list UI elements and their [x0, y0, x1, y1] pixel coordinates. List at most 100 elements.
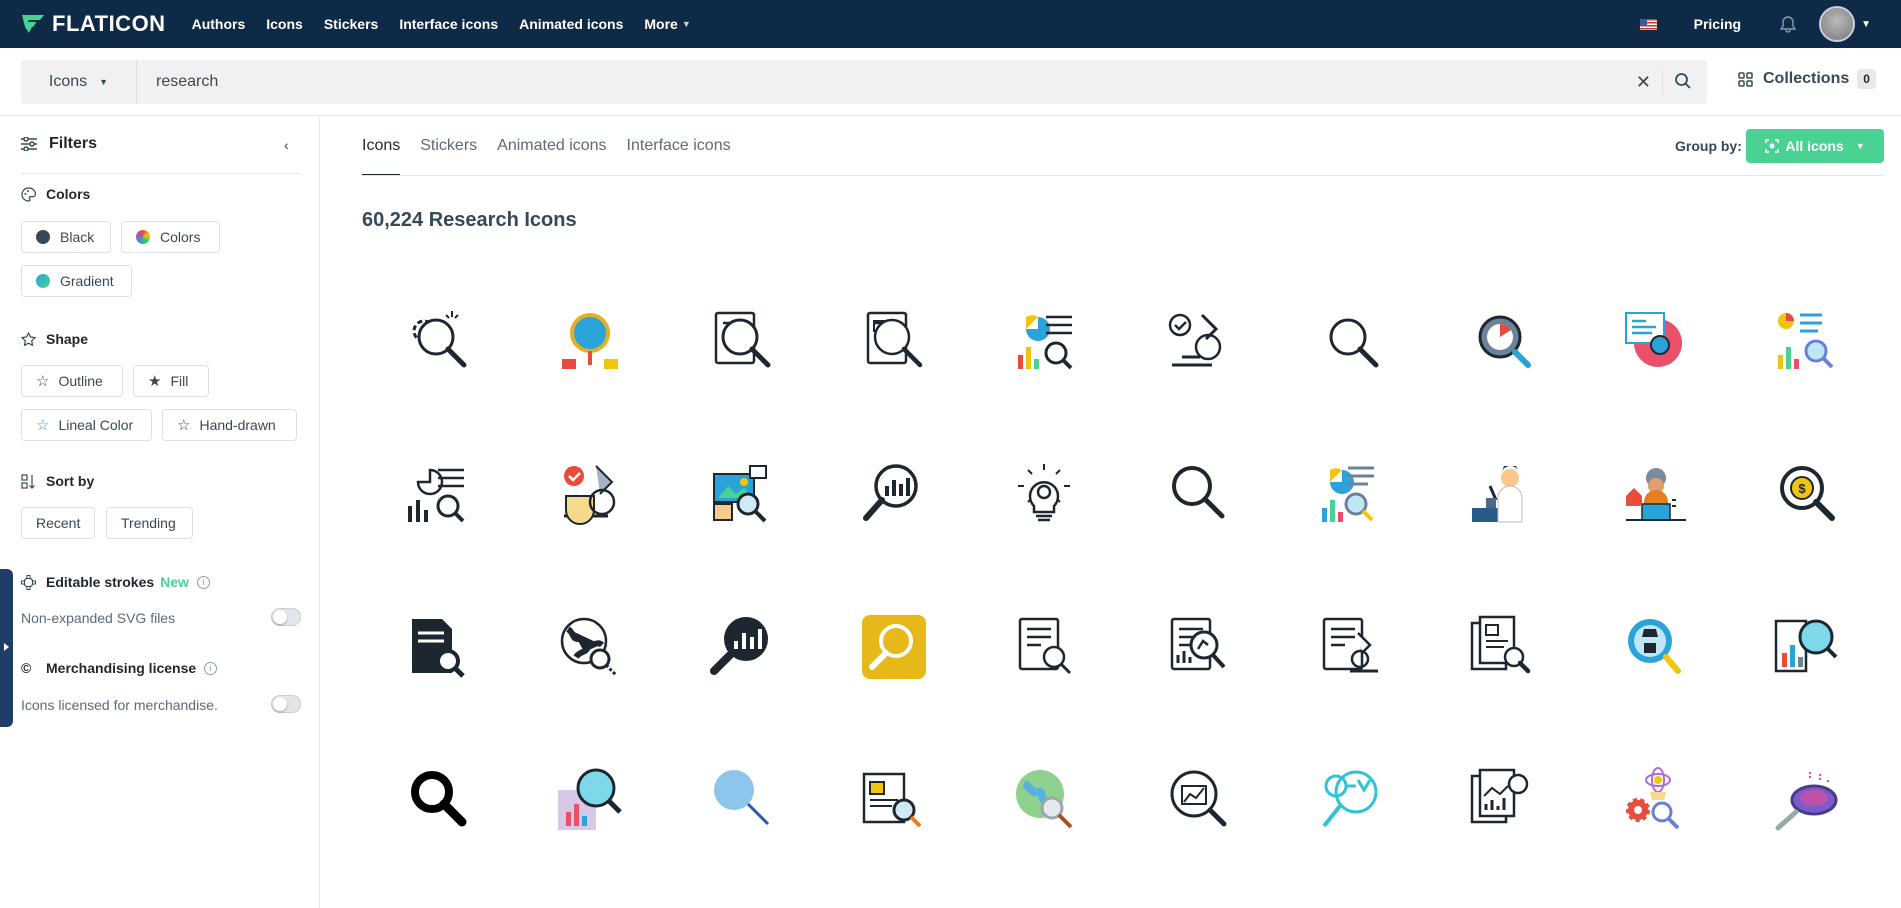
icon-result-item[interactable] [970, 571, 1122, 723]
icon-result-item[interactable] [362, 571, 514, 723]
report-magnifier-icon [714, 311, 771, 368]
tab-interface-icons[interactable]: Interface icons [627, 117, 731, 175]
collections-button[interactable]: Collections 0 [1738, 69, 1876, 89]
icon-result-item[interactable] [1122, 265, 1274, 417]
nav-authors[interactable]: Authors [192, 0, 246, 48]
icon-result-item[interactable] [1730, 571, 1882, 723]
nav-icons[interactable]: Icons [266, 0, 303, 48]
collapse-chevron-left-icon[interactable]: ‹ [284, 137, 289, 153]
shape-hand-drawn-label: Hand-drawn [199, 417, 276, 433]
chevron-down-icon[interactable]: ▼ [1861, 19, 1871, 30]
color-black-chip[interactable]: Black [21, 221, 111, 253]
icon-result-item[interactable] [1730, 265, 1882, 417]
icon-result-item[interactable] [666, 724, 818, 876]
icon-result-item[interactable]: $ [1730, 418, 1882, 570]
icon-result-item[interactable] [1274, 571, 1426, 723]
top-right-controls: Pricing ▼ [1639, 0, 1901, 48]
analytics-chart-person-icon [1018, 315, 1073, 370]
icon-result-item[interactable] [514, 724, 666, 876]
us-flag-icon[interactable] [1639, 18, 1657, 30]
icon-result-item[interactable] [818, 265, 970, 417]
icon-result-item[interactable] [1122, 724, 1274, 876]
nav-interface-icons[interactable]: Interface icons [399, 0, 498, 48]
icon-result-item[interactable] [1426, 265, 1578, 417]
side-panel-handle[interactable] [0, 569, 13, 727]
tab-animated-icons[interactable]: Animated icons [497, 117, 606, 175]
colors-section-label: Colors [46, 186, 91, 202]
icon-result-item[interactable] [666, 418, 818, 570]
filters-title: Filters [21, 135, 97, 153]
newspaper-magnifier-icon [866, 311, 923, 368]
icon-result-item[interactable] [1578, 418, 1730, 570]
icon-result-item[interactable] [970, 418, 1122, 570]
pricing-link[interactable]: Pricing [1694, 16, 1741, 32]
search-box: Icons ▼ ✕ [21, 60, 1707, 104]
icon-result-item[interactable] [1274, 265, 1426, 417]
flaticon-logo[interactable]: FLATICON [20, 0, 166, 48]
tab-icons[interactable]: Icons [362, 117, 401, 176]
icon-result-item[interactable] [818, 571, 970, 723]
shape-lineal-color-chip[interactable]: ☆ Lineal Color [21, 409, 152, 441]
icon-result-item[interactable] [1274, 418, 1426, 570]
color-black-label: Black [60, 229, 95, 245]
icon-result-item[interactable] [362, 265, 514, 417]
report-microscope-icon [1170, 617, 1226, 671]
sort-trending-chip[interactable]: Trending [106, 507, 193, 539]
color-colors-chip[interactable]: Colors [121, 221, 220, 253]
sort-recent-chip[interactable]: Recent [21, 507, 95, 539]
icon-result-item[interactable] [818, 418, 970, 570]
merch-license-toggle[interactable] [271, 695, 301, 713]
info-icon[interactable]: i [196, 575, 210, 589]
icon-result-item[interactable] [970, 265, 1122, 417]
palette-icon [21, 186, 36, 202]
color-gradient-chip[interactable]: Gradient [21, 265, 132, 297]
info-icon[interactable]: i [204, 661, 218, 675]
icon-result-item[interactable] [514, 418, 666, 570]
icon-result-item[interactable] [1578, 571, 1730, 723]
icon-result-item[interactable] [1426, 571, 1578, 723]
newspaper-gradient-icon [862, 772, 922, 828]
avatar[interactable] [1819, 6, 1856, 42]
nav-animated-icons[interactable]: Animated icons [519, 0, 623, 48]
icon-result-item[interactable] [1578, 265, 1730, 417]
main-nav: Authors Icons Stickers Interface icons A… [192, 0, 712, 48]
all-icons-dropdown[interactable]: All icons ▼ [1746, 129, 1884, 163]
nav-stickers[interactable]: Stickers [324, 0, 378, 48]
icon-result-item[interactable] [514, 265, 666, 417]
search-type-dropdown[interactable]: Icons ▼ [21, 60, 137, 104]
icon-result-item[interactable] [970, 724, 1122, 876]
new-badge: New [160, 574, 189, 590]
merch-license-title: © Merchandising license i [21, 660, 218, 676]
icon-result-item[interactable] [666, 571, 818, 723]
icon-result-item[interactable] [1274, 724, 1426, 876]
data-analysis-icon [1322, 466, 1374, 522]
icon-result-item[interactable] [1122, 571, 1274, 723]
editable-strokes-toggle[interactable] [271, 608, 301, 626]
shape-outline-chip[interactable]: ☆ Outline [21, 365, 123, 397]
icon-result-item[interactable] [1426, 724, 1578, 876]
icon-result-item[interactable] [1122, 418, 1274, 570]
clear-search-icon[interactable]: ✕ [1636, 72, 1651, 93]
lightbulb-gear-icon [1018, 464, 1070, 522]
search-icon[interactable] [1673, 71, 1693, 91]
nav-more[interactable]: More ▼ [644, 0, 690, 48]
search-input[interactable] [156, 73, 1616, 91]
shape-hand-drawn-chip[interactable]: ☆ Hand-drawn [162, 409, 297, 441]
all-icons-icon [1765, 139, 1780, 153]
group-by-label: Group by: [1675, 138, 1742, 154]
icon-result-item[interactable] [514, 571, 666, 723]
icon-result-item[interactable] [1730, 724, 1882, 876]
icon-result-item[interactable] [818, 724, 970, 876]
icon-result-item[interactable] [362, 724, 514, 876]
tab-stickers[interactable]: Stickers [420, 117, 477, 175]
sort-recent-label: Recent [36, 515, 81, 531]
notification-bell-icon[interactable] [1779, 15, 1797, 33]
shape-fill-chip[interactable]: ★ Fill [133, 365, 209, 397]
icon-result-item[interactable] [666, 265, 818, 417]
bar-chart-magnifier-icon [1774, 619, 1838, 673]
icon-result-item[interactable] [1426, 418, 1578, 570]
collections-count-badge: 0 [1857, 69, 1876, 89]
icon-result-item[interactable] [1578, 724, 1730, 876]
icon-result-item[interactable] [362, 418, 514, 570]
scientist-icon [1472, 465, 1523, 523]
